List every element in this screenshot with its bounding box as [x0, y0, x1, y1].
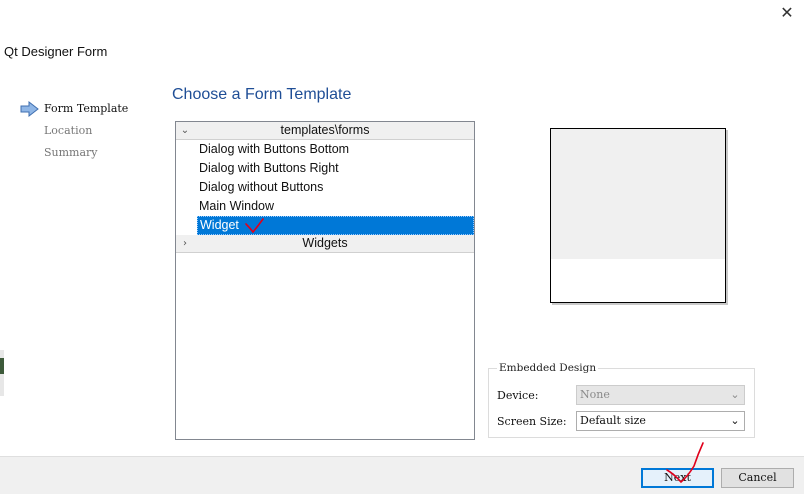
tree-group-label: templates\forms — [280, 123, 370, 137]
chevron-down-icon: ⌄ — [730, 388, 740, 401]
embedded-design-legend: Embedded Design — [497, 362, 599, 374]
tree-group-widgets[interactable]: › Widgets — [176, 235, 474, 253]
left-edge-mark — [0, 358, 4, 374]
device-select: None ⌄ — [576, 385, 745, 405]
arrow-right-icon — [20, 101, 39, 117]
chevron-down-icon[interactable]: ⌄ — [180, 122, 190, 139]
left-edge-strip — [0, 350, 4, 396]
tree-item-main-window[interactable]: Main Window — [176, 197, 474, 216]
wizard-step-location: Location — [44, 124, 93, 137]
close-icon[interactable]: ✕ — [776, 2, 798, 24]
tree-item-dialog-without-buttons[interactable]: Dialog without Buttons — [176, 178, 474, 197]
device-label: Device: — [497, 389, 539, 402]
screen-size-label: Screen Size: — [497, 415, 567, 428]
template-tree[interactable]: ⌄ templates\forms Dialog with Buttons Bo… — [175, 121, 475, 440]
embedded-design-group: Embedded Design Device: None ⌄ Screen Si… — [488, 362, 755, 438]
screen-size-select-value: Default size — [580, 414, 646, 427]
tree-item-dialog-buttons-right[interactable]: Dialog with Buttons Right — [176, 159, 474, 178]
wizard-step-form-template: Form Template — [44, 102, 129, 115]
screen-size-select[interactable]: Default size ⌄ — [576, 411, 745, 431]
dialog-footer: Next Cancel — [0, 456, 804, 494]
wizard-step-summary: Summary — [44, 146, 98, 159]
window-title: Qt Designer Form — [4, 44, 108, 59]
tree-group-label: Widgets — [302, 236, 348, 250]
tree-item-dialog-buttons-bottom[interactable]: Dialog with Buttons Bottom — [176, 140, 474, 159]
device-select-value: None — [580, 388, 610, 401]
next-button[interactable]: Next — [641, 468, 714, 488]
form-preview — [550, 128, 726, 303]
preview-widget-area — [551, 129, 725, 259]
page-title: Choose a Form Template — [172, 86, 352, 103]
chevron-down-icon[interactable]: ⌄ — [728, 412, 742, 430]
chevron-right-icon[interactable]: › — [180, 235, 190, 252]
tree-group-templates-forms[interactable]: ⌄ templates\forms — [176, 122, 474, 140]
cancel-button[interactable]: Cancel — [721, 468, 794, 488]
tree-item-widget[interactable]: Widget — [197, 216, 474, 235]
